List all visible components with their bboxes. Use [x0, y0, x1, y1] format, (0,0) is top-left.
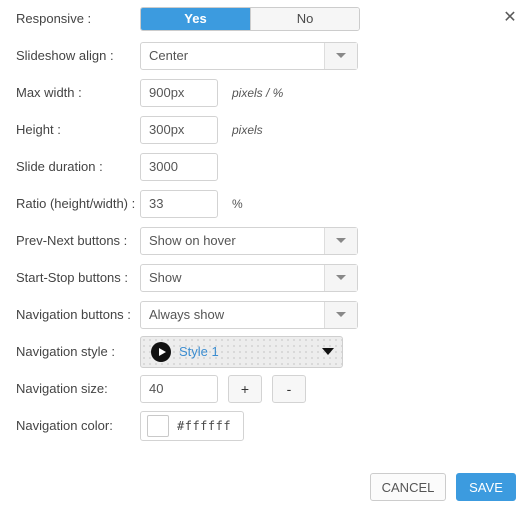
label-start-stop-buttons: Start-Stop buttons : — [16, 270, 129, 285]
responsive-toggle[interactable]: Yes No — [140, 6, 360, 31]
row-responsive: Responsive : Yes No — [0, 0, 530, 37]
row-navigation-style: Navigation style : Style 1 — [0, 333, 530, 370]
slideshow-align-select[interactable]: Center — [140, 41, 358, 70]
label-prev-next-buttons: Prev-Next buttons : — [16, 233, 128, 248]
height-input[interactable]: 300px — [140, 115, 218, 144]
responsive-yes-option[interactable]: Yes — [141, 7, 250, 30]
row-max-width: Max width : 900px pixels / % — [0, 74, 530, 111]
save-button[interactable]: SAVE — [456, 473, 516, 501]
navigation-color-input[interactable]: #ffffff — [140, 410, 244, 441]
settings-form: Responsive : Yes No Slideshow align : Ce… — [0, 0, 530, 444]
label-max-width: Max width : — [16, 85, 82, 100]
row-prev-next-buttons: Prev-Next buttons : Show on hover — [0, 222, 530, 259]
navigation-size-increment-button[interactable]: + — [228, 374, 262, 403]
navigation-size-input[interactable]: 40 — [140, 374, 218, 403]
label-ratio: Ratio (height/width) : — [16, 196, 136, 211]
row-slide-duration: Slide duration : 3000 — [0, 148, 530, 185]
label-height: Height : — [16, 122, 61, 137]
row-slideshow-align: Slideshow align : Center — [0, 37, 530, 74]
start-stop-buttons-select[interactable]: Show — [140, 263, 358, 292]
row-height: Height : 300px pixels — [0, 111, 530, 148]
chevron-down-icon[interactable] — [324, 42, 357, 69]
chevron-down-icon[interactable] — [324, 227, 357, 254]
prev-next-buttons-select[interactable]: Show on hover — [140, 226, 358, 255]
label-navigation-style: Navigation style : — [16, 344, 115, 359]
ratio-input[interactable]: 33 — [140, 189, 218, 218]
label-navigation-buttons: Navigation buttons : — [16, 307, 131, 322]
chevron-down-icon[interactable] — [324, 301, 357, 328]
row-ratio: Ratio (height/width) : 33 % — [0, 185, 530, 222]
navigation-size-decrement-button[interactable]: - — [272, 374, 306, 403]
row-navigation-color: Navigation color: #ffffff — [0, 407, 530, 444]
slideshow-align-value: Center — [149, 48, 189, 63]
navigation-buttons-select[interactable]: Always show — [140, 300, 358, 329]
chevron-down-icon[interactable] — [322, 348, 334, 355]
label-navigation-size: Navigation size: — [16, 381, 108, 396]
play-circle-icon — [151, 341, 171, 362]
row-navigation-buttons: Navigation buttons : Always show — [0, 296, 530, 333]
height-unit: pixels — [232, 122, 263, 137]
navigation-buttons-value: Always show — [149, 307, 225, 322]
navigation-style-select[interactable]: Style 1 — [140, 335, 343, 368]
start-stop-buttons-value: Show — [149, 270, 182, 285]
dialog-footer: CANCEL SAVE — [370, 473, 516, 501]
slide-duration-input[interactable]: 3000 — [140, 152, 218, 181]
label-responsive: Responsive : — [16, 11, 92, 26]
cancel-button[interactable]: CANCEL — [370, 473, 446, 501]
ratio-unit: % — [232, 196, 243, 211]
label-slide-duration: Slide duration : — [16, 159, 103, 174]
navigation-color-value: #ffffff — [177, 418, 232, 433]
color-swatch[interactable] — [147, 414, 169, 437]
row-start-stop-buttons: Start-Stop buttons : Show — [0, 259, 530, 296]
max-width-input[interactable]: 900px — [140, 78, 218, 107]
chevron-down-icon[interactable] — [324, 264, 357, 291]
max-width-unit: pixels / % — [232, 85, 284, 100]
label-slideshow-align: Slideshow align : — [16, 48, 114, 63]
navigation-style-value: Style 1 — [179, 344, 219, 359]
row-navigation-size: Navigation size: 40 + - — [0, 370, 530, 407]
prev-next-buttons-value: Show on hover — [149, 233, 236, 248]
label-navigation-color: Navigation color: — [16, 418, 113, 433]
responsive-no-option[interactable]: No — [250, 7, 359, 30]
